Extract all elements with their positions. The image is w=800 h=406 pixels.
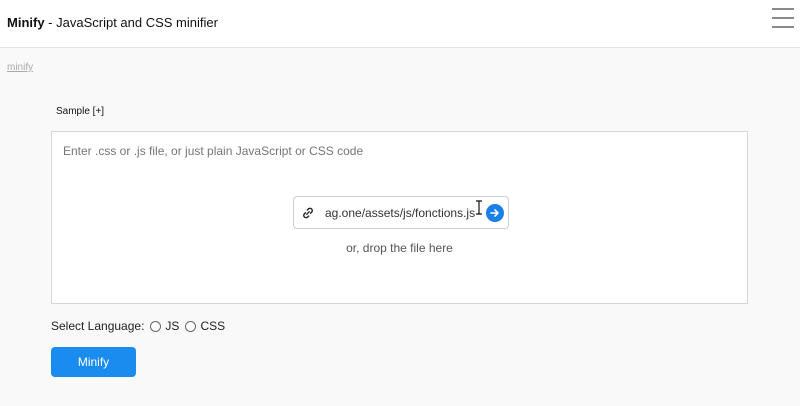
language-selector: Select Language: JS CSS	[51, 318, 225, 334]
url-input-box[interactable]	[293, 196, 509, 229]
top-bar: Minify - JavaScript and CSS minifier	[0, 0, 800, 48]
arrow-right-icon	[490, 209, 499, 217]
radio-js[interactable]	[150, 320, 162, 332]
app-title: Minify - JavaScript and CSS minifier	[7, 15, 218, 30]
language-label: Select Language:	[51, 319, 145, 333]
sample-toggle[interactable]: Sample [+]	[56, 106, 104, 117]
hamburger-menu-icon[interactable]	[772, 6, 794, 30]
option-css-label[interactable]: CSS	[200, 319, 225, 333]
minify-button[interactable]: Minify	[51, 347, 136, 377]
text-cursor-icon	[476, 200, 482, 215]
load-url-button[interactable]	[486, 204, 504, 222]
editor-placeholder: Enter .css or .js file, or just plain Ja…	[63, 144, 364, 158]
breadcrumb-minify[interactable]: minify	[7, 62, 33, 73]
app-brand: Minify	[7, 15, 45, 30]
link-icon	[303, 207, 313, 219]
drop-file-hint: or, drop the file here	[346, 241, 453, 255]
url-input[interactable]	[325, 205, 484, 221]
radio-css[interactable]	[185, 320, 197, 332]
option-js-label[interactable]: JS	[165, 319, 179, 333]
code-editor-area[interactable]: Enter .css or .js file, or just plain Ja…	[51, 131, 748, 304]
app-subtitle: - JavaScript and CSS minifier	[44, 15, 218, 30]
